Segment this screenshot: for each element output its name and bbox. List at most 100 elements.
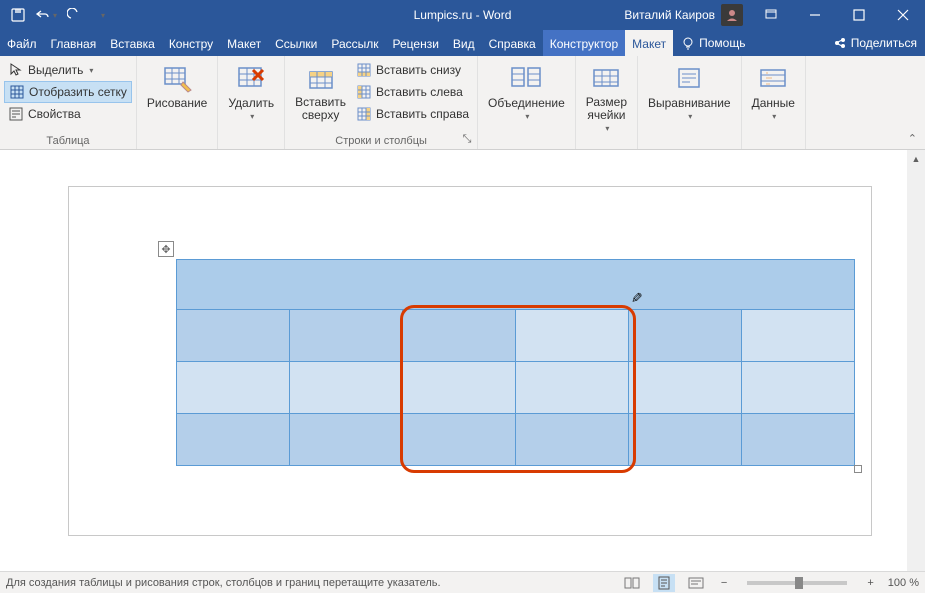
insert-right-button[interactable]: Вставить справа [352,103,473,125]
read-mode-button[interactable] [621,574,643,592]
table-row[interactable] [177,362,855,414]
table-cell[interactable] [403,362,516,414]
scroll-up-icon[interactable]: ▲ [907,150,925,168]
document-title: Lumpics.ru - Word [414,8,512,22]
undo-button[interactable]: ▾ [34,3,58,27]
zoom-in-button[interactable]: + [863,577,877,589]
table-cell[interactable] [742,362,855,414]
table-cell[interactable] [742,414,855,466]
tab-file[interactable]: Файл [0,30,44,56]
pen-cursor-icon: ✎ [627,292,644,304]
insert-right-icon [356,106,372,122]
page[interactable]: ✥ ✎ [68,186,872,536]
tab-design[interactable]: Констру [162,30,220,56]
table-cell[interactable] [177,310,290,362]
properties-button[interactable]: Свойства [4,103,132,125]
maximize-button[interactable] [837,0,881,30]
print-layout-button[interactable] [653,574,675,592]
gridlines-button[interactable]: Отобразить сетку [4,81,132,103]
table-row[interactable] [177,310,855,362]
group-data: Данные▾ [742,56,806,149]
share-icon [833,36,847,50]
title-bar: ▾ ▾ Lumpics.ru - Word Виталий Каиров [0,0,925,30]
delete-icon [235,62,267,94]
table-row[interactable] [177,260,855,310]
document-table[interactable] [176,259,855,466]
collapse-ribbon-button[interactable]: ⌃ [904,130,921,147]
zoom-out-button[interactable]: − [717,577,731,589]
status-hint: Для создания таблицы и рисования строк, … [6,577,441,589]
group-merge: Объединение▾ [478,56,576,149]
select-button[interactable]: Выделить▾ [4,59,132,81]
tab-review[interactable]: Рецензи [386,30,446,56]
delete-button[interactable]: Удалить▾ [222,59,280,124]
insert-above-icon [305,62,337,94]
table-cell[interactable] [177,362,290,414]
share-button[interactable]: Поделиться [825,30,925,56]
group-alignment: Выравнивание▾ [638,56,742,149]
table-cell[interactable] [742,310,855,362]
table-resize-handle[interactable] [854,465,862,473]
draw-table-button[interactable]: Рисование [141,59,213,113]
chevron-down-icon: ▾ [53,11,57,20]
zoom-slider[interactable] [747,581,847,585]
group-label: Таблица [46,133,89,149]
alignment-button[interactable]: Выравнивание▾ [642,59,737,124]
table-cell[interactable] [629,362,742,414]
table-cell[interactable] [516,310,629,362]
data-button[interactable]: Данные▾ [746,59,801,124]
qat-customize[interactable]: ▾ [90,3,114,27]
group-cell-size: Размер ячейки▾ [576,56,638,149]
group-label: Строки и столбцы [335,133,427,149]
tab-home[interactable]: Главная [44,30,104,56]
cell-size-icon [590,62,622,94]
redo-button[interactable] [62,3,86,27]
tab-help[interactable]: Справка [482,30,543,56]
table-cell[interactable] [629,414,742,466]
table-cell[interactable] [290,414,403,466]
insert-left-button[interactable]: Вставить слева [352,81,473,103]
insert-above-button[interactable]: Вставить сверху [289,59,352,125]
tab-insert[interactable]: Вставка [103,30,162,56]
group-delete: Удалить▾ [218,56,285,149]
table-cell[interactable] [177,260,855,310]
vertical-scrollbar[interactable]: ▲ ▼ [907,150,925,571]
minimize-button[interactable] [793,0,837,30]
tab-view[interactable]: Вид [446,30,482,56]
table-cell[interactable] [403,310,516,362]
insert-below-button[interactable]: Вставить снизу [352,59,473,81]
dialog-launcher[interactable]: ⤡ [460,132,474,146]
tab-layout[interactable]: Макет [220,30,268,56]
table-cell[interactable] [516,414,629,466]
cell-size-button[interactable]: Размер ячейки▾ [580,59,633,136]
lightbulb-icon [681,36,695,50]
status-bar: Для создания таблицы и рисования строк, … [0,571,925,593]
tab-table-layout[interactable]: Макет [625,30,673,56]
table-row[interactable] [177,414,855,466]
table-move-handle[interactable]: ✥ [158,241,174,257]
table-cell[interactable] [177,414,290,466]
table-cell[interactable] [629,310,742,362]
insert-below-icon [356,62,372,78]
table-cell[interactable] [516,362,629,414]
group-draw: Рисование [137,56,218,149]
ribbon-options-button[interactable] [749,0,793,30]
web-layout-button[interactable] [685,574,707,592]
tell-me-button[interactable]: Помощь [673,30,753,56]
zoom-level[interactable]: 100 % [888,577,919,589]
avatar [721,4,743,26]
document-area: ✥ ✎ ▲ ▼ [0,150,925,571]
autosave-icon[interactable] [6,3,30,27]
user-account[interactable]: Виталий Каиров [618,4,749,26]
user-name: Виталий Каиров [624,8,715,22]
close-button[interactable] [881,0,925,30]
table-wrapper: ✥ ✎ [176,259,855,466]
merge-button[interactable]: Объединение▾ [482,59,571,124]
group-rows-cols: Вставить сверху Вставить снизу Вставить … [285,56,478,149]
tab-references[interactable]: Ссылки [268,30,324,56]
tab-mailings[interactable]: Рассылк [324,30,385,56]
table-cell[interactable] [290,362,403,414]
table-cell[interactable] [290,310,403,362]
table-cell[interactable] [403,414,516,466]
tab-table-design[interactable]: Конструктор [543,30,625,56]
